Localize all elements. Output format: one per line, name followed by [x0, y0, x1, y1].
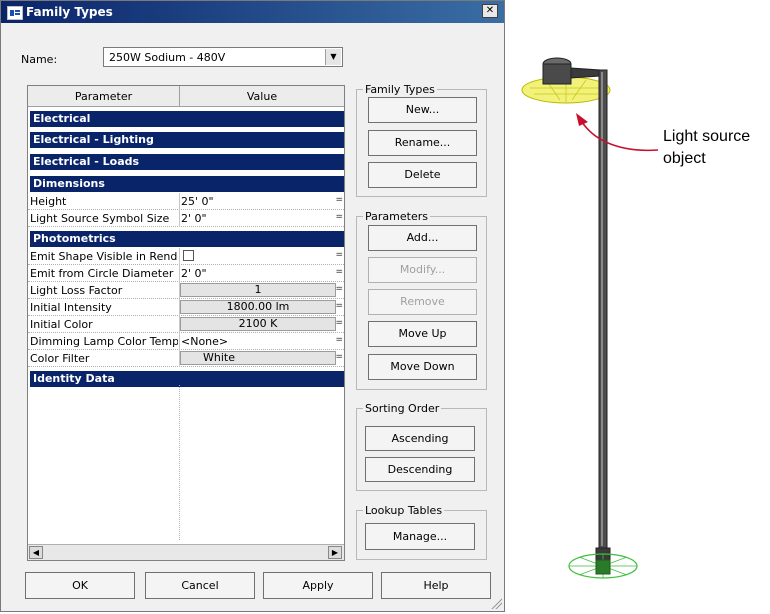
param-value[interactable]: 2' 0" — [181, 267, 207, 280]
family-types-group-label: Family Types — [365, 83, 435, 96]
param-value[interactable]: 25' 0" — [181, 195, 214, 208]
param-name: Light Loss Factor — [30, 284, 123, 297]
light-loss-factor-button[interactable]: 1 — [180, 283, 336, 297]
row-divider — [179, 248, 180, 265]
name-dropdown-value: 250W Sodium - 480V — [109, 51, 226, 64]
base-emitter-circle — [568, 553, 638, 579]
row-divider — [179, 210, 180, 227]
street-light-fixture-illustration — [521, 57, 659, 579]
move-down-button[interactable]: Move Down — [368, 354, 477, 380]
param-value[interactable]: 2' 0" — [181, 212, 207, 225]
rename-type-button[interactable]: Rename... — [368, 130, 477, 156]
dialog-title: Family Types — [26, 5, 113, 19]
family-types-dialog: Family Types ✕ Name: 250W Sodium - 480V … — [0, 0, 505, 612]
delete-type-button[interactable]: Delete — [368, 162, 477, 188]
formula-marker: = — [335, 301, 343, 311]
param-name: Color Filter — [30, 352, 90, 365]
param-row-light-source-symbol-size[interactable]: Light Source Symbol Size 2' 0" = — [28, 210, 344, 227]
horizontal-scrollbar[interactable]: ◀ ▶ — [28, 544, 344, 560]
param-row-emit-from-circle-diameter[interactable]: Emit from Circle Diameter 2' 0" = — [28, 265, 344, 282]
param-row-dimming-lamp-color-temp[interactable]: Dimming Lamp Color Tempe <None> = — [28, 333, 344, 350]
remove-parameter-button[interactable]: Remove — [368, 289, 477, 315]
parameter-grid: Parameter Value Electrical Electrical - … — [27, 85, 345, 561]
move-up-button[interactable]: Move Up — [368, 321, 477, 347]
chevron-down-icon[interactable]: ▼ — [325, 49, 341, 65]
group-electrical-loads[interactable]: Electrical - Loads — [30, 154, 344, 170]
param-row-initial-intensity[interactable]: Initial Intensity 1800.00 lm = — [28, 299, 344, 316]
group-electrical[interactable]: Electrical — [30, 111, 344, 127]
manage-lookup-tables-button[interactable]: Manage... — [365, 523, 475, 550]
group-dimensions[interactable]: Dimensions — [30, 176, 344, 192]
param-row-emit-shape-visible[interactable]: Emit Shape Visible in Rende = — [28, 248, 344, 265]
param-row-color-filter[interactable]: Color Filter White = — [28, 350, 344, 367]
initial-intensity-button[interactable]: 1800.00 lm — [180, 300, 336, 314]
help-button[interactable]: Help — [381, 572, 491, 599]
empty-column-divider — [179, 385, 180, 540]
resize-grip-icon[interactable] — [490, 597, 502, 609]
luminaire-arm — [570, 67, 601, 79]
callout-arrowhead — [576, 113, 588, 126]
parameters-group-label: Parameters — [365, 210, 428, 223]
callout-arrow — [581, 121, 659, 152]
callout-line-1: Light source — [663, 128, 751, 145]
scroll-right-icon[interactable]: ▶ — [328, 546, 342, 559]
formula-marker: = — [335, 250, 343, 260]
formula-marker: = — [335, 352, 343, 362]
formula-marker: = — [335, 284, 343, 294]
param-name: Emit Shape Visible in Rende — [30, 250, 178, 263]
lookup-tables-group-label: Lookup Tables — [365, 504, 443, 517]
formula-marker: = — [335, 212, 343, 222]
row-divider — [179, 265, 180, 282]
emit-shape-visible-checkbox[interactable] — [183, 250, 194, 261]
param-name: Emit from Circle Diameter — [30, 267, 174, 280]
color-filter-button[interactable]: White — [180, 351, 336, 365]
formula-marker: = — [335, 267, 343, 277]
ok-button[interactable]: OK — [25, 572, 135, 599]
family-types-icon — [7, 6, 23, 20]
formula-marker: = — [335, 335, 343, 345]
new-type-button[interactable]: New... — [368, 97, 477, 123]
param-value[interactable]: <None> — [181, 335, 228, 348]
initial-color-button[interactable]: 2100 K — [180, 317, 336, 331]
param-row-initial-color[interactable]: Initial Color 2100 K = — [28, 316, 344, 333]
row-divider — [179, 193, 180, 210]
param-name: Height — [30, 195, 67, 208]
title-bar[interactable]: Family Types ✕ — [1, 1, 504, 23]
column-header-parameter[interactable]: Parameter — [28, 90, 179, 103]
param-name: Light Source Symbol Size — [30, 212, 170, 225]
group-photometrics[interactable]: Photometrics — [30, 231, 344, 247]
name-dropdown[interactable]: 250W Sodium - 480V ▼ — [103, 47, 343, 67]
param-name: Initial Color — [30, 318, 93, 331]
modify-parameter-button[interactable]: Modify... — [368, 257, 477, 283]
luminaire-head — [542, 63, 572, 85]
callout-line-2: object — [663, 150, 706, 167]
sort-ascending-button[interactable]: Ascending — [365, 426, 475, 451]
formula-marker: = — [335, 318, 343, 328]
group-identity-data[interactable]: Identity Data — [30, 371, 344, 387]
param-row-light-loss-factor[interactable]: Light Loss Factor 1 = — [28, 282, 344, 299]
param-name: Dimming Lamp Color Tempe — [30, 335, 178, 348]
light-source-object — [521, 57, 611, 104]
sorting-order-group-label: Sorting Order — [365, 402, 440, 415]
name-label: Name: — [21, 53, 58, 66]
column-divider[interactable] — [179, 86, 180, 107]
param-name: Initial Intensity — [30, 301, 112, 314]
light-source-callout: Light source object — [663, 126, 750, 170]
column-header-value[interactable]: Value — [180, 90, 344, 103]
close-icon[interactable]: ✕ — [482, 4, 498, 18]
sort-descending-button[interactable]: Descending — [365, 457, 475, 482]
formula-marker: = — [335, 195, 343, 205]
grid-header: Parameter Value — [28, 86, 344, 107]
scroll-left-icon[interactable]: ◀ — [29, 546, 43, 559]
param-row-height[interactable]: Height 25' 0" = — [28, 193, 344, 210]
apply-button[interactable]: Apply — [263, 572, 373, 599]
add-parameter-button[interactable]: Add... — [368, 225, 477, 251]
row-divider — [179, 333, 180, 350]
group-electrical-lighting[interactable]: Electrical - Lighting — [30, 132, 344, 148]
cancel-button[interactable]: Cancel — [145, 572, 255, 599]
